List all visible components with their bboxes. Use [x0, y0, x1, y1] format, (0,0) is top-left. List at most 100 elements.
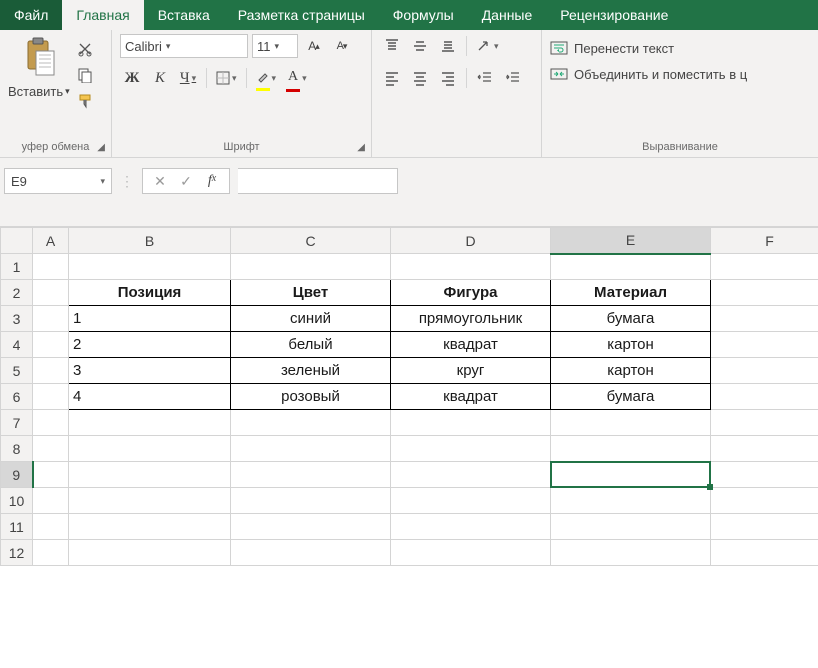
cut-button[interactable] — [76, 40, 94, 58]
cell[interactable] — [33, 462, 69, 488]
paste-button[interactable] — [19, 34, 59, 82]
accept-formula-button[interactable]: ✓ — [175, 173, 197, 190]
cell[interactable] — [231, 410, 391, 436]
cell[interactable]: прямоугольник — [391, 306, 551, 332]
cell[interactable] — [33, 254, 69, 280]
cell[interactable]: квадрат — [391, 384, 551, 410]
cell[interactable] — [69, 540, 231, 566]
row-header-2[interactable]: 2 — [1, 280, 33, 306]
cell[interactable] — [33, 410, 69, 436]
tab-home[interactable]: Главная — [62, 0, 143, 30]
cell[interactable]: бумага — [551, 306, 711, 332]
cell[interactable] — [231, 488, 391, 514]
cell[interactable] — [391, 488, 551, 514]
cell[interactable] — [231, 436, 391, 462]
tab-page-layout[interactable]: Разметка страницы — [224, 0, 379, 30]
row-header-11[interactable]: 11 — [1, 514, 33, 540]
cell[interactable] — [711, 358, 818, 384]
row-header-10[interactable]: 10 — [1, 488, 33, 514]
font-color-button[interactable]: A — [283, 66, 310, 90]
select-all-corner[interactable] — [1, 228, 33, 254]
cell[interactable]: 2 — [69, 332, 231, 358]
cell[interactable] — [711, 280, 818, 306]
row-header-3[interactable]: 3 — [1, 306, 33, 332]
borders-button[interactable] — [213, 66, 240, 90]
align-center-button[interactable] — [408, 66, 432, 90]
tab-file[interactable]: Файл — [0, 0, 62, 30]
cell[interactable] — [391, 462, 551, 488]
col-header-D[interactable]: D — [391, 228, 551, 254]
tab-review[interactable]: Рецензирование — [546, 0, 682, 30]
cell[interactable]: квадрат — [391, 332, 551, 358]
cell[interactable]: Позиция — [69, 280, 231, 306]
cell[interactable]: Материал — [551, 280, 711, 306]
cell[interactable] — [391, 514, 551, 540]
row-header-6[interactable]: 6 — [1, 384, 33, 410]
row-header-9[interactable]: 9 — [1, 462, 33, 488]
cell[interactable] — [231, 462, 391, 488]
font-dialog-launcher-icon[interactable]: ◢ — [357, 142, 365, 153]
cell[interactable] — [551, 410, 711, 436]
row-header-8[interactable]: 8 — [1, 436, 33, 462]
cell[interactable] — [69, 488, 231, 514]
format-painter-button[interactable] — [76, 92, 94, 110]
cell[interactable] — [231, 254, 391, 280]
cell[interactable] — [69, 514, 231, 540]
cell[interactable] — [711, 488, 818, 514]
row-header-12[interactable]: 12 — [1, 540, 33, 566]
cell[interactable]: белый — [231, 332, 391, 358]
cell[interactable] — [551, 254, 711, 280]
cell[interactable] — [711, 514, 818, 540]
clipboard-dialog-launcher-icon[interactable]: ◢ — [97, 142, 105, 153]
cell[interactable]: картон — [551, 358, 711, 384]
fill-color-button[interactable] — [253, 66, 280, 90]
cell[interactable] — [551, 540, 711, 566]
cell[interactable] — [69, 410, 231, 436]
cell[interactable] — [33, 358, 69, 384]
cell[interactable] — [711, 332, 818, 358]
cell[interactable] — [33, 514, 69, 540]
italic-button[interactable]: К — [148, 66, 172, 90]
font-size-combo[interactable]: 11▾ — [252, 34, 298, 58]
decrease-indent-button[interactable] — [473, 66, 497, 90]
align-top-button[interactable] — [380, 34, 404, 58]
cell[interactable]: Фигура — [391, 280, 551, 306]
font-name-combo[interactable]: Calibri▾ — [120, 34, 248, 58]
cell[interactable] — [33, 332, 69, 358]
cell[interactable] — [391, 410, 551, 436]
chevron-down-icon[interactable]: ▾ — [100, 176, 105, 187]
cell[interactable] — [69, 462, 231, 488]
align-bottom-button[interactable] — [436, 34, 460, 58]
cell[interactable] — [711, 384, 818, 410]
cell[interactable]: 4 — [69, 384, 231, 410]
cell[interactable] — [711, 306, 818, 332]
align-middle-button[interactable] — [408, 34, 432, 58]
insert-function-button[interactable]: fx — [201, 173, 223, 189]
cell[interactable]: круг — [391, 358, 551, 384]
cell[interactable] — [711, 462, 818, 488]
cell[interactable]: 3 — [69, 358, 231, 384]
cell[interactable]: синий — [231, 306, 391, 332]
cell[interactable] — [391, 540, 551, 566]
cell[interactable] — [391, 254, 551, 280]
merge-center-button[interactable]: Объединить и поместить в ц — [550, 66, 747, 82]
cell[interactable] — [33, 280, 69, 306]
copy-button[interactable] — [76, 66, 94, 84]
formula-bar-input[interactable] — [238, 168, 398, 194]
spreadsheet-grid[interactable]: A B C D E F 1 2 Позиция Цвет Фигура Мате… — [0, 227, 818, 566]
cell[interactable] — [33, 488, 69, 514]
orientation-button[interactable] — [473, 34, 502, 58]
active-cell[interactable] — [551, 462, 711, 488]
col-header-F[interactable]: F — [711, 228, 818, 254]
decrease-font-button[interactable]: A▾ — [330, 34, 354, 58]
bold-button[interactable]: Ж — [120, 66, 144, 90]
cell[interactable]: зеленый — [231, 358, 391, 384]
row-header-7[interactable]: 7 — [1, 410, 33, 436]
cell[interactable] — [391, 436, 551, 462]
cell[interactable] — [33, 384, 69, 410]
name-box[interactable]: E9 ▾ — [4, 168, 112, 194]
cell[interactable]: розовый — [231, 384, 391, 410]
cell[interactable] — [33, 436, 69, 462]
cell[interactable] — [69, 436, 231, 462]
cell[interactable]: 1 — [69, 306, 231, 332]
